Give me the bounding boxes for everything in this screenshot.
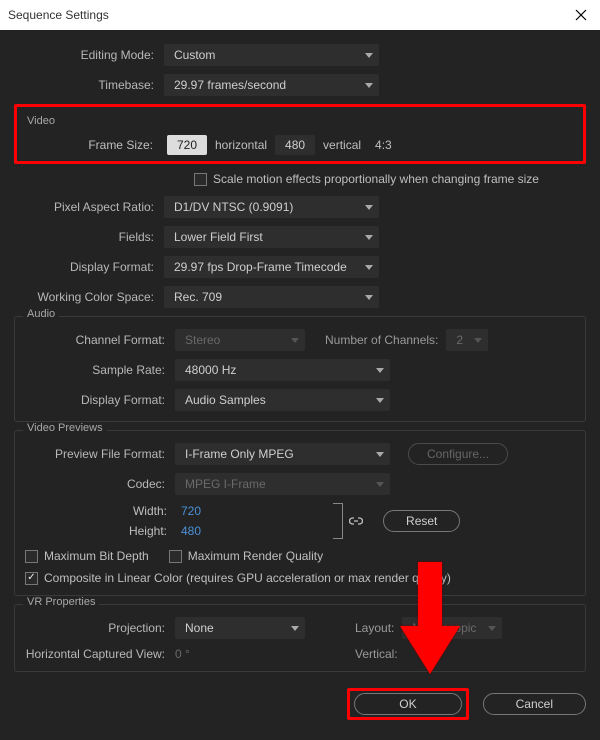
video-display-format-select[interactable]: 29.97 fps Drop-Frame Timecode (164, 256, 379, 278)
channel-format-select: Stereo (175, 329, 305, 351)
chevron-down-icon (365, 83, 373, 88)
window-title: Sequence Settings (8, 8, 109, 22)
previews-fieldset: Video Previews Preview File Format: I-Fr… (14, 430, 586, 596)
ok-highlight: OK (347, 688, 468, 720)
layout-value: Monoscopic (412, 621, 476, 635)
wcs-value: Rec. 709 (174, 290, 222, 304)
vertical-label: vertical (323, 138, 361, 152)
chevron-down-icon (376, 398, 384, 403)
aspect-ratio: 4:3 (375, 138, 392, 152)
chevron-down-icon (365, 53, 373, 58)
projection-value: None (185, 621, 214, 635)
frame-height-input[interactable] (275, 135, 315, 155)
max-render-quality-checkbox[interactable] (169, 550, 182, 563)
timebase-value: 29.97 frames/second (174, 78, 286, 92)
video-display-format-label: Display Format: (14, 260, 164, 274)
link-icon[interactable] (349, 514, 363, 528)
chevron-down-icon (365, 205, 373, 210)
codec-value: MPEG I-Frame (185, 477, 266, 491)
configure-label: Configure... (427, 447, 489, 461)
reset-label: Reset (406, 514, 437, 528)
num-channels-select: 2 (446, 329, 488, 351)
chevron-down-icon (365, 295, 373, 300)
chevron-down-icon (488, 626, 496, 631)
wcs-label: Working Color Space: (14, 290, 164, 304)
par-select[interactable]: D1/DV NTSC (0.9091) (164, 196, 379, 218)
preview-file-format-value: I-Frame Only MPEG (185, 447, 294, 461)
preview-width-value[interactable]: 720 (175, 504, 207, 518)
preview-width-label: Width: (120, 504, 175, 518)
editing-mode-value: Custom (174, 48, 215, 62)
video-display-format-value: 29.97 fps Drop-Frame Timecode (174, 260, 347, 274)
channel-format-value: Stereo (185, 333, 220, 347)
hcv-value: 0 ° (175, 647, 305, 661)
wcs-select[interactable]: Rec. 709 (164, 286, 379, 308)
frame-width-input[interactable] (167, 135, 207, 155)
video-legend: Video (27, 115, 55, 127)
audio-fieldset: Audio Channel Format: Stereo Number of C… (14, 316, 586, 422)
fields-select[interactable]: Lower Field First (164, 226, 379, 248)
cancel-button[interactable]: Cancel (483, 693, 586, 715)
chevron-down-icon (291, 338, 299, 343)
channel-format-label: Channel Format: (25, 333, 175, 347)
previews-legend: Video Previews (23, 422, 107, 434)
par-label: Pixel Aspect Ratio: (14, 200, 164, 214)
close-icon[interactable] (572, 6, 590, 24)
sample-rate-select[interactable]: 48000 Hz (175, 359, 390, 381)
max-bit-depth-checkbox[interactable] (25, 550, 38, 563)
preview-height-value[interactable]: 480 (175, 524, 207, 538)
chevron-down-icon (365, 235, 373, 240)
chevron-down-icon (376, 368, 384, 373)
frame-size-label: Frame Size: (69, 138, 159, 152)
editing-mode-select[interactable]: Custom (164, 44, 379, 66)
vr-legend: VR Properties (23, 596, 99, 608)
timebase-select[interactable]: 29.97 frames/second (164, 74, 379, 96)
editing-mode-label: Editing Mode: (14, 48, 164, 62)
num-channels-value: 2 (456, 333, 463, 347)
layout-label: Layout: (355, 621, 394, 635)
timebase-label: Timebase: (14, 78, 164, 92)
ok-label: OK (399, 697, 416, 711)
configure-button: Configure... (408, 443, 508, 465)
layout-select: Monoscopic (402, 617, 502, 639)
chevron-down-icon (365, 265, 373, 270)
chevron-down-icon (376, 452, 384, 457)
codec-select: MPEG I-Frame (175, 473, 390, 495)
num-channels-label: Number of Channels: (325, 333, 438, 347)
hcv-label: Horizontal Captured View: (25, 647, 175, 661)
scale-motion-checkbox[interactable] (194, 173, 207, 186)
preview-file-format-label: Preview File Format: (25, 447, 175, 461)
chevron-down-icon (474, 338, 482, 343)
projection-label: Projection: (25, 621, 175, 635)
codec-label: Codec: (25, 477, 175, 491)
vr-fieldset: VR Properties Projection: None Layout: M… (14, 604, 586, 672)
cancel-label: Cancel (516, 697, 553, 711)
max-bit-depth-label: Maximum Bit Depth (44, 549, 149, 563)
reset-button[interactable]: Reset (383, 510, 460, 532)
chevron-down-icon (376, 482, 384, 487)
fields-value: Lower Field First (174, 230, 263, 244)
max-render-quality-label: Maximum Render Quality (188, 549, 323, 563)
bracket-icon (333, 503, 343, 539)
audio-display-format-value: Audio Samples (185, 393, 266, 407)
audio-legend: Audio (23, 308, 59, 320)
horizontal-label: horizontal (215, 138, 267, 152)
ok-button[interactable]: OK (354, 693, 461, 715)
fields-label: Fields: (14, 230, 164, 244)
projection-select[interactable]: None (175, 617, 305, 639)
audio-display-format-label: Display Format: (25, 393, 175, 407)
sample-rate-value: 48000 Hz (185, 363, 236, 377)
vr-vertical-label: Vertical: (355, 647, 398, 661)
video-section-highlight: Video Frame Size: horizontal vertical 4:… (14, 104, 586, 164)
sample-rate-label: Sample Rate: (25, 363, 175, 377)
preview-height-label: Height: (120, 524, 175, 538)
par-value: D1/DV NTSC (0.9091) (174, 200, 293, 214)
chevron-down-icon (291, 626, 299, 631)
preview-file-format-select[interactable]: I-Frame Only MPEG (175, 443, 390, 465)
scale-motion-label: Scale motion effects proportionally when… (213, 172, 539, 186)
composite-linear-checkbox[interactable] (25, 572, 38, 585)
audio-display-format-select[interactable]: Audio Samples (175, 389, 390, 411)
composite-linear-label: Composite in Linear Color (requires GPU … (44, 571, 451, 585)
